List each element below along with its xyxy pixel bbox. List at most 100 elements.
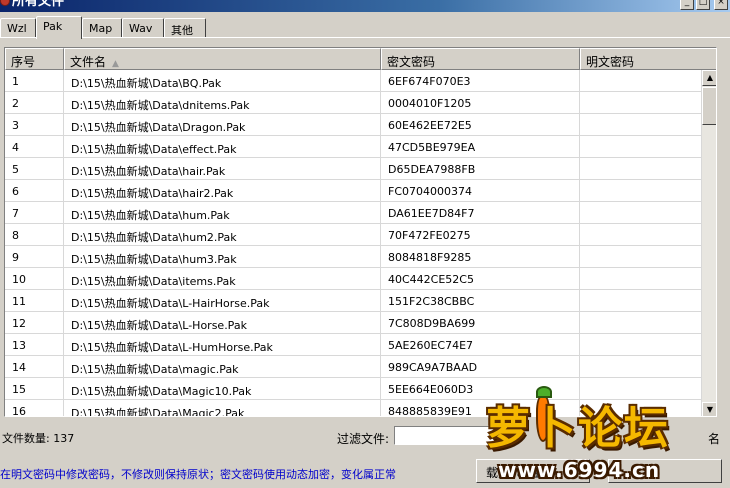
watermark-brand: 萝卜论坛	[486, 403, 670, 454]
row-file-cell: D:\15\热血新城\Data\hum3.Pak	[64, 246, 381, 268]
table-row[interactable]: 5 D:\15\热血新城\Data\hair.Pak D65DEA7988FB	[5, 158, 702, 180]
table-row[interactable]: 7 D:\15\热血新城\Data\hum.Pak DA61EE7D84F7	[5, 202, 702, 224]
close-icon: ×	[717, 0, 725, 7]
row-plain-cell[interactable]	[580, 158, 702, 180]
row-file-cell: D:\15\热血新城\Data\magic.Pak	[64, 356, 381, 378]
row-index-cell: 12	[5, 312, 64, 334]
row-index-cell: 11	[5, 290, 64, 312]
row-index-cell: 9	[5, 246, 64, 268]
row-file-cell: D:\15\热血新城\Data\hum2.Pak	[64, 224, 381, 246]
row-plain-cell[interactable]	[580, 224, 702, 246]
row-index-cell: 15	[5, 378, 64, 400]
table-row[interactable]: 9 D:\15\热血新城\Data\hum3.Pak 8084818F9285	[5, 246, 702, 268]
tab-label: Wav	[129, 22, 153, 35]
row-cipher-cell: 5AE260EC74E7	[381, 334, 580, 356]
column-header-plain[interactable]: 明文密码	[580, 48, 716, 70]
row-file-cell: D:\15\热血新城\Data\Magic2.Pak	[64, 400, 381, 416]
row-index-cell: 8	[5, 224, 64, 246]
sort-ascending-icon: ▲	[112, 59, 119, 69]
column-header-label: 明文密码	[586, 55, 635, 69]
row-index-cell: 16	[5, 400, 64, 416]
row-cipher-cell: 40C442CE52C5	[381, 268, 580, 290]
row-index-cell: 1	[5, 70, 64, 92]
row-file-cell: D:\15\热血新城\Data\hair2.Pak	[64, 180, 381, 202]
row-index-cell: 13	[5, 334, 64, 356]
table-row[interactable]: 2 D:\15\热血新城\Data\dnitems.Pak 0004010F1205	[5, 92, 702, 114]
row-cipher-cell: 0004010F1205	[381, 92, 580, 114]
row-cipher-cell: 60E462EE72E5	[381, 114, 580, 136]
watermark-logo: 萝卜论坛 www.6994.cn	[478, 386, 728, 484]
row-plain-cell[interactable]	[580, 180, 702, 202]
tab-wzl[interactable]: Wzl	[0, 18, 36, 38]
minimize-button[interactable]: _	[680, 0, 694, 10]
table-row[interactable]: 12 D:\15\热血新城\Data\L-Horse.Pak 7C808D9BA69…	[5, 312, 702, 334]
table-row[interactable]: 13 D:\15\热血新城\Data\L-HumHorse.Pak 5AE260EC…	[5, 334, 702, 356]
hint-text: 在明文密码中修改密码，不修改则保持原状；密文密码使用动态加密，变化属正常	[0, 468, 396, 481]
row-index-cell: 7	[5, 202, 64, 224]
row-plain-cell[interactable]	[580, 92, 702, 114]
row-plain-cell[interactable]	[580, 290, 702, 312]
column-header-label: 文件名	[70, 55, 107, 69]
column-header-cipher[interactable]: 密文密码	[381, 48, 580, 70]
app-icon	[0, 0, 10, 6]
column-header-label: 序号	[11, 55, 36, 69]
row-cipher-cell: D65DEA7988FB	[381, 158, 580, 180]
row-plain-cell[interactable]	[580, 70, 702, 92]
tab-panel-border	[0, 37, 730, 38]
row-index-cell: 3	[5, 114, 64, 136]
file-grid[interactable]: 序号 文件名 ▲ 密文密码 明文密码 1 D:\15\热血新城\Data\BQ.Pa…	[4, 47, 717, 417]
vertical-scrollbar[interactable]: ▲ ▼	[702, 70, 716, 416]
row-cipher-cell: 989CA9A7BAAD	[381, 356, 580, 378]
row-plain-cell[interactable]	[580, 312, 702, 334]
table-row[interactable]: 14 D:\15\热血新城\Data\magic.Pak 989CA9A7BAAD	[5, 356, 702, 378]
row-cipher-cell: 70F472FE0275	[381, 224, 580, 246]
tab-wav[interactable]: Wav	[122, 18, 164, 38]
maximize-button[interactable]: □	[696, 0, 710, 10]
grid-rows: 1 D:\15\热血新城\Data\BQ.Pak 6EF674F070E3 2 D:\1…	[5, 70, 702, 416]
column-header-filename[interactable]: 文件名 ▲	[64, 48, 381, 70]
column-header-label: 密文密码	[387, 55, 436, 69]
row-file-cell: D:\15\热血新城\Data\BQ.Pak	[64, 70, 381, 92]
row-plain-cell[interactable]	[580, 268, 702, 290]
row-index-cell: 14	[5, 356, 64, 378]
scroll-thumb[interactable]	[702, 87, 716, 125]
column-header-index[interactable]: 序号	[5, 48, 64, 70]
table-row[interactable]: 3 D:\15\热血新城\Data\Dragon.Pak 60E462EE72E5	[5, 114, 702, 136]
row-file-cell: D:\15\热血新城\Data\dnitems.Pak	[64, 92, 381, 114]
row-plain-cell[interactable]	[580, 356, 702, 378]
watermark-url: www.6994.cn	[498, 458, 661, 482]
table-row[interactable]: 10 D:\15\热血新城\Data\items.Pak 40C442CE52C5	[5, 268, 702, 290]
close-window-button[interactable]: ×	[714, 0, 728, 10]
table-row[interactable]: 6 D:\15\热血新城\Data\hair2.Pak FC0704000374	[5, 180, 702, 202]
row-cipher-cell: 8084818F9285	[381, 246, 580, 268]
row-cipher-cell: 6EF674F070E3	[381, 70, 580, 92]
grid-header: 序号 文件名 ▲ 密文密码 明文密码	[5, 48, 716, 70]
row-plain-cell[interactable]	[580, 334, 702, 356]
row-plain-cell[interactable]	[580, 114, 702, 136]
table-row[interactable]: 4 D:\15\热血新城\Data\effect.Pak 47CD5BE979EA	[5, 136, 702, 158]
row-file-cell: D:\15\热血新城\Data\L-Horse.Pak	[64, 312, 381, 334]
table-row[interactable]: 11 D:\15\热血新城\Data\L-HairHorse.Pak 151F2C3…	[5, 290, 702, 312]
row-index-cell: 4	[5, 136, 64, 158]
row-cipher-cell: 47CD5BE979EA	[381, 136, 580, 158]
row-plain-cell[interactable]	[580, 246, 702, 268]
scroll-up-button[interactable]: ▲	[702, 70, 716, 86]
row-plain-cell[interactable]	[580, 136, 702, 158]
tab-map[interactable]: Map	[82, 18, 122, 38]
table-row[interactable]: 8 D:\15\热血新城\Data\hum2.Pak 70F472FE0275	[5, 224, 702, 246]
row-file-cell: D:\15\热血新城\Data\hum.Pak	[64, 202, 381, 224]
row-plain-cell[interactable]	[580, 202, 702, 224]
maximize-icon: □	[698, 0, 708, 7]
table-row[interactable]: 1 D:\15\热血新城\Data\BQ.Pak 6EF674F070E3	[5, 70, 702, 92]
row-index-cell: 10	[5, 268, 64, 290]
row-cipher-cell: 7C808D9BA699	[381, 312, 580, 334]
tab-strip: Wzl Pak Map Wav 其他	[0, 12, 730, 39]
row-file-cell: D:\15\热血新城\Data\effect.Pak	[64, 136, 381, 158]
tab-pak[interactable]: Pak	[36, 16, 82, 39]
tab-label: Wzl	[7, 22, 27, 35]
tab-label: Pak	[43, 20, 63, 33]
row-file-cell: D:\15\热血新城\Data\L-HumHorse.Pak	[64, 334, 381, 356]
tab-other[interactable]: 其他	[164, 18, 206, 38]
row-cipher-cell: FC0704000374	[381, 180, 580, 202]
file-count-label: 文件数量: 137	[2, 432, 75, 445]
